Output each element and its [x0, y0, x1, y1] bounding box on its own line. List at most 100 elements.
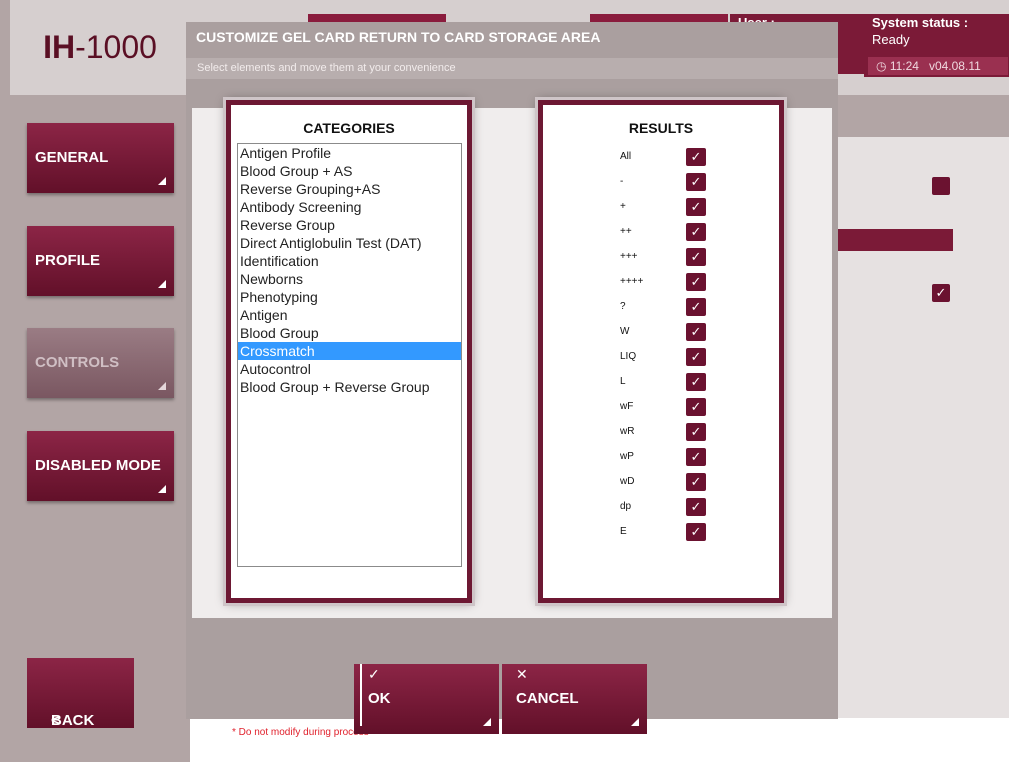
result-row: wF ✓	[620, 398, 710, 418]
category-list-item[interactable]: Antibody Screening	[238, 198, 461, 216]
corner-arrow-icon	[158, 382, 166, 390]
result-checkbox[interactable]: ✓	[686, 223, 706, 241]
version-label: v04.08.11	[928, 59, 981, 73]
nav-profile-button[interactable]: PROFILE	[27, 226, 174, 296]
category-list-item[interactable]: Direct Antiglobulin Test (DAT)	[238, 234, 461, 252]
result-label: wD	[620, 476, 635, 487]
result-row: All ✓	[620, 148, 710, 168]
result-label: wP	[620, 451, 634, 462]
result-checkbox[interactable]: ✓	[686, 348, 706, 366]
result-label: ++	[620, 226, 632, 237]
categories-list[interactable]: Antigen Profile Blood Group + AS Reverse G…	[237, 143, 462, 567]
check-icon: ✓	[690, 324, 702, 339]
check-icon: ✓	[690, 499, 702, 514]
result-checkbox[interactable]: ✓	[686, 523, 706, 541]
clock-icon: ◷ 11:24	[876, 59, 919, 73]
category-list-item[interactable]: Blood Group	[238, 324, 461, 342]
result-label: E	[620, 526, 627, 537]
system-status-value: Ready	[872, 32, 910, 47]
corner-arrow-icon	[158, 177, 166, 185]
dialog-subtitle: Select elements and move them at your co…	[186, 58, 838, 79]
result-row: ? ✓	[620, 298, 710, 318]
result-checkbox[interactable]: ✓	[686, 298, 706, 316]
result-row: L ✓	[620, 373, 710, 393]
category-list-item[interactable]: Newborns	[238, 270, 461, 288]
nav-disabled-mode-button[interactable]: DISABLED MODE	[27, 431, 174, 501]
category-list-item[interactable]: Antigen	[238, 306, 461, 324]
background-checkbox[interactable]	[932, 177, 950, 195]
corner-arrow-icon	[631, 718, 639, 726]
result-label: wF	[620, 401, 634, 412]
result-row: +++ ✓	[620, 248, 710, 268]
category-list-item[interactable]: Reverse Grouping+AS	[238, 180, 461, 198]
category-list-item[interactable]: Blood Group + AS	[238, 162, 461, 180]
result-checkbox[interactable]: ✓	[686, 448, 706, 466]
category-list-item[interactable]: Blood Group + Reverse Group	[238, 378, 461, 396]
back-button[interactable]: < BACK	[27, 658, 134, 729]
check-icon: ✓	[690, 399, 702, 414]
cancel-button[interactable]: ✕ CANCEL	[502, 664, 647, 734]
result-checkbox[interactable]: ✓	[686, 148, 706, 166]
app-logo: IH -1000	[43, 29, 157, 65]
result-label: +	[620, 201, 626, 212]
result-row: ++ ✓	[620, 223, 710, 243]
result-label: LIQ	[620, 351, 637, 362]
settings-panel-header	[838, 110, 1009, 137]
result-label: ++++	[620, 276, 644, 287]
check-icon: ✓	[690, 474, 702, 489]
result-row: wP ✓	[620, 448, 710, 468]
check-icon: ✓	[690, 149, 702, 164]
result-label: ?	[620, 301, 626, 312]
check-icon: ✓	[690, 199, 702, 214]
category-list-item[interactable]: Antigen Profile	[238, 144, 461, 162]
result-checkbox[interactable]: ✓	[686, 248, 706, 266]
result-checkbox[interactable]: ✓	[686, 273, 706, 291]
categories-header: CATEGORIES	[303, 120, 395, 136]
result-label: -	[620, 176, 624, 187]
check-icon: ✓	[690, 374, 702, 389]
footnote-warning: * Do not modify during process	[232, 727, 369, 738]
result-row: E ✓	[620, 523, 710, 543]
result-row: W ✓	[620, 323, 710, 343]
category-list-item[interactable]: Reverse Group	[238, 216, 461, 234]
app-window: IH-1000 User : System status : Ready ◷ 1…	[0, 0, 1009, 762]
check-icon: ✓	[690, 349, 702, 364]
result-checkbox[interactable]: ✓	[686, 323, 706, 341]
nav-controls-button[interactable]: CONTROLS	[27, 328, 174, 398]
settings-bar	[838, 229, 953, 251]
result-checkbox[interactable]: ✓	[686, 398, 706, 416]
check-icon: ✓	[690, 174, 702, 189]
result-row: dp ✓	[620, 498, 710, 518]
category-list-item[interactable]: Identification	[238, 252, 461, 270]
check-icon: ✓	[690, 224, 702, 239]
result-row: + ✓	[620, 198, 710, 218]
nav-general-button[interactable]: GENERAL	[27, 123, 174, 193]
close-icon: ✕	[516, 666, 528, 682]
category-list-item[interactable]: Autocontrol	[238, 360, 461, 378]
result-label: wR	[620, 426, 635, 437]
background-checkbox[interactable]: ✓	[932, 284, 950, 302]
category-list-item[interactable]: Crossmatch	[238, 342, 461, 360]
check-icon: ✓	[690, 449, 702, 464]
corner-arrow-icon	[158, 485, 166, 493]
ok-button[interactable]: ✓ OK	[354, 664, 499, 734]
result-row: wD ✓	[620, 473, 710, 493]
result-row: LIQ ✓	[620, 348, 710, 368]
result-checkbox[interactable]: ✓	[686, 198, 706, 216]
result-label: L	[620, 376, 626, 387]
check-icon: ✓	[690, 524, 702, 539]
result-label: W	[620, 326, 630, 337]
check-icon: ✓	[690, 249, 702, 264]
system-status-panel: System status : Ready ◷ 11:24 v04.08.11	[864, 14, 1009, 77]
result-checkbox[interactable]: ✓	[686, 373, 706, 391]
category-list-item[interactable]: Phenotyping	[238, 288, 461, 306]
results-panel: RESULTS All ✓ - ✓ + ✓ ++ ✓ +++ ✓ ++++ ✓? ✓ W ✓ LIQ ✓ L ✓ wF…	[538, 100, 784, 603]
result-checkbox[interactable]: ✓	[686, 498, 706, 516]
result-label: dp	[620, 501, 632, 512]
result-checkbox[interactable]: ✓	[686, 473, 706, 491]
result-label: All	[620, 151, 632, 162]
categories-panel: CATEGORIES Antigen Profile Blood Group + …	[226, 100, 472, 603]
result-checkbox[interactable]: ✓	[686, 173, 706, 191]
check-icon: ✓	[935, 285, 947, 300]
result-checkbox[interactable]: ✓	[686, 423, 706, 441]
